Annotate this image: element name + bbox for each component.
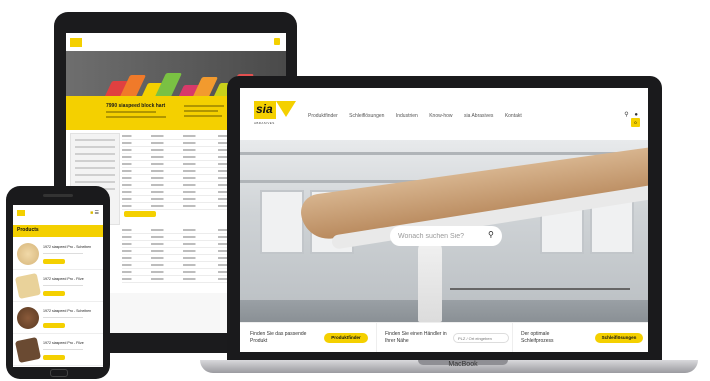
product-finder-button[interactable]: Produktfinder [324, 333, 368, 343]
product-name: 1972 siaspeed Pro - Scheiben [43, 245, 92, 249]
nav-item-kontakt[interactable]: Kontakt [505, 113, 522, 119]
tablet-band-line [184, 110, 218, 112]
logo-wordmark: sia [256, 102, 273, 116]
product-name: 1972 siaspeed Pro - Filze [43, 277, 84, 281]
phone-speaker [43, 194, 73, 197]
nav-item-produktfinder[interactable]: Produktfinder [308, 113, 338, 119]
quick-link-text: Finden Sie das passende Produkt [250, 331, 307, 344]
quick-link-text: Der optimale Schleifprozess [521, 331, 554, 344]
laptop-screen: sia ABRASIVES Produktfinder Schleiflösun… [240, 88, 648, 352]
search-input[interactable] [390, 226, 502, 246]
list-item[interactable]: 1972 siaspeed Pro - Scheiben [13, 303, 103, 334]
macbook-label: MacBook [448, 361, 478, 368]
nav-item-sia-abrasives[interactable]: sia Abrasives [464, 113, 493, 119]
solutions-button[interactable]: Schleiflösungen [595, 333, 643, 343]
product-pad-image [14, 336, 42, 364]
tablet-band-line [106, 116, 166, 118]
cart-count: 0 [634, 120, 637, 125]
phone-menu-icon[interactable]: ☰ [95, 210, 99, 216]
sia-logo[interactable]: sia ABRASIVES [254, 101, 296, 127]
site-header: sia ABRASIVES Produktfinder Schleiflösun… [240, 88, 648, 140]
search-icon[interactable]: ⚲ [624, 112, 628, 118]
tablet-load-more-button[interactable] [124, 211, 156, 217]
tablet-nav [92, 40, 218, 53]
phone-header-icons: ■ ☰ [90, 210, 99, 216]
search-icon[interactable]: ⚲ [488, 230, 498, 240]
tablet-logo[interactable] [70, 38, 82, 47]
dealer-search-input[interactable] [453, 333, 509, 343]
product-button[interactable] [43, 323, 65, 328]
product-button[interactable] [43, 355, 65, 360]
nav-item-know-how[interactable]: Know-how [429, 113, 452, 119]
list-item[interactable]: 1972 siaspeed Pro - Scheiben [13, 239, 103, 270]
quick-link-solutions: Der optimale Schleifprozess Schleiflösun… [512, 323, 648, 352]
product-disc-image [17, 307, 39, 329]
product-button[interactable] [43, 291, 65, 296]
tablet-product-title: 7990 siaspeed block hart [106, 103, 166, 109]
logo-subtitle: ABRASIVES [254, 121, 275, 125]
phone-section-title: Products [17, 227, 39, 233]
phone-logo[interactable] [17, 210, 25, 216]
hero-image: ⚲ [240, 140, 648, 322]
tablet-band-line [106, 111, 156, 113]
quick-link-product-finder: Finden Sie das passende Produkt Produktf… [240, 323, 376, 352]
nav-item-schleifloesungen[interactable]: Schleiflösungen [349, 113, 384, 119]
product-name: 1972 siaspeed Pro - Scheiben [43, 309, 92, 313]
list-item[interactable]: 1972 siaspeed Pro - Filze [13, 271, 103, 302]
quick-links-bar: Finden Sie das passende Produkt Produktf… [240, 322, 648, 352]
tablet-band-line [184, 115, 222, 117]
phone-screen: ■ ☰ Products 1972 siaspeed Pro - Scheibe… [13, 205, 103, 367]
phone-cart-icon[interactable]: ■ [90, 210, 93, 216]
tablet-band-line [184, 105, 224, 107]
cart-icon[interactable]: 0 [631, 118, 640, 127]
product-button[interactable] [43, 259, 65, 264]
product-pad-image [14, 272, 42, 300]
header-icons: ⚲ ● [624, 111, 638, 118]
phone-home-button[interactable] [50, 369, 68, 377]
main-nav: Produktfinder Schleiflösungen Industrien… [308, 113, 532, 119]
product-name: 1972 siaspeed Pro - Filze [43, 341, 84, 345]
product-disc-image [17, 243, 39, 265]
nav-item-industrien[interactable]: Industrien [396, 113, 418, 119]
tablet-cart-icon[interactable] [274, 38, 280, 45]
quick-link-dealer: Finden Sie einen Händler in Ihrer Nähe [376, 323, 513, 352]
list-item[interactable]: 1972 siaspeed Pro - Filze [13, 335, 103, 366]
quick-link-text: Finden Sie einen Händler in Ihrer Nähe [385, 331, 447, 344]
